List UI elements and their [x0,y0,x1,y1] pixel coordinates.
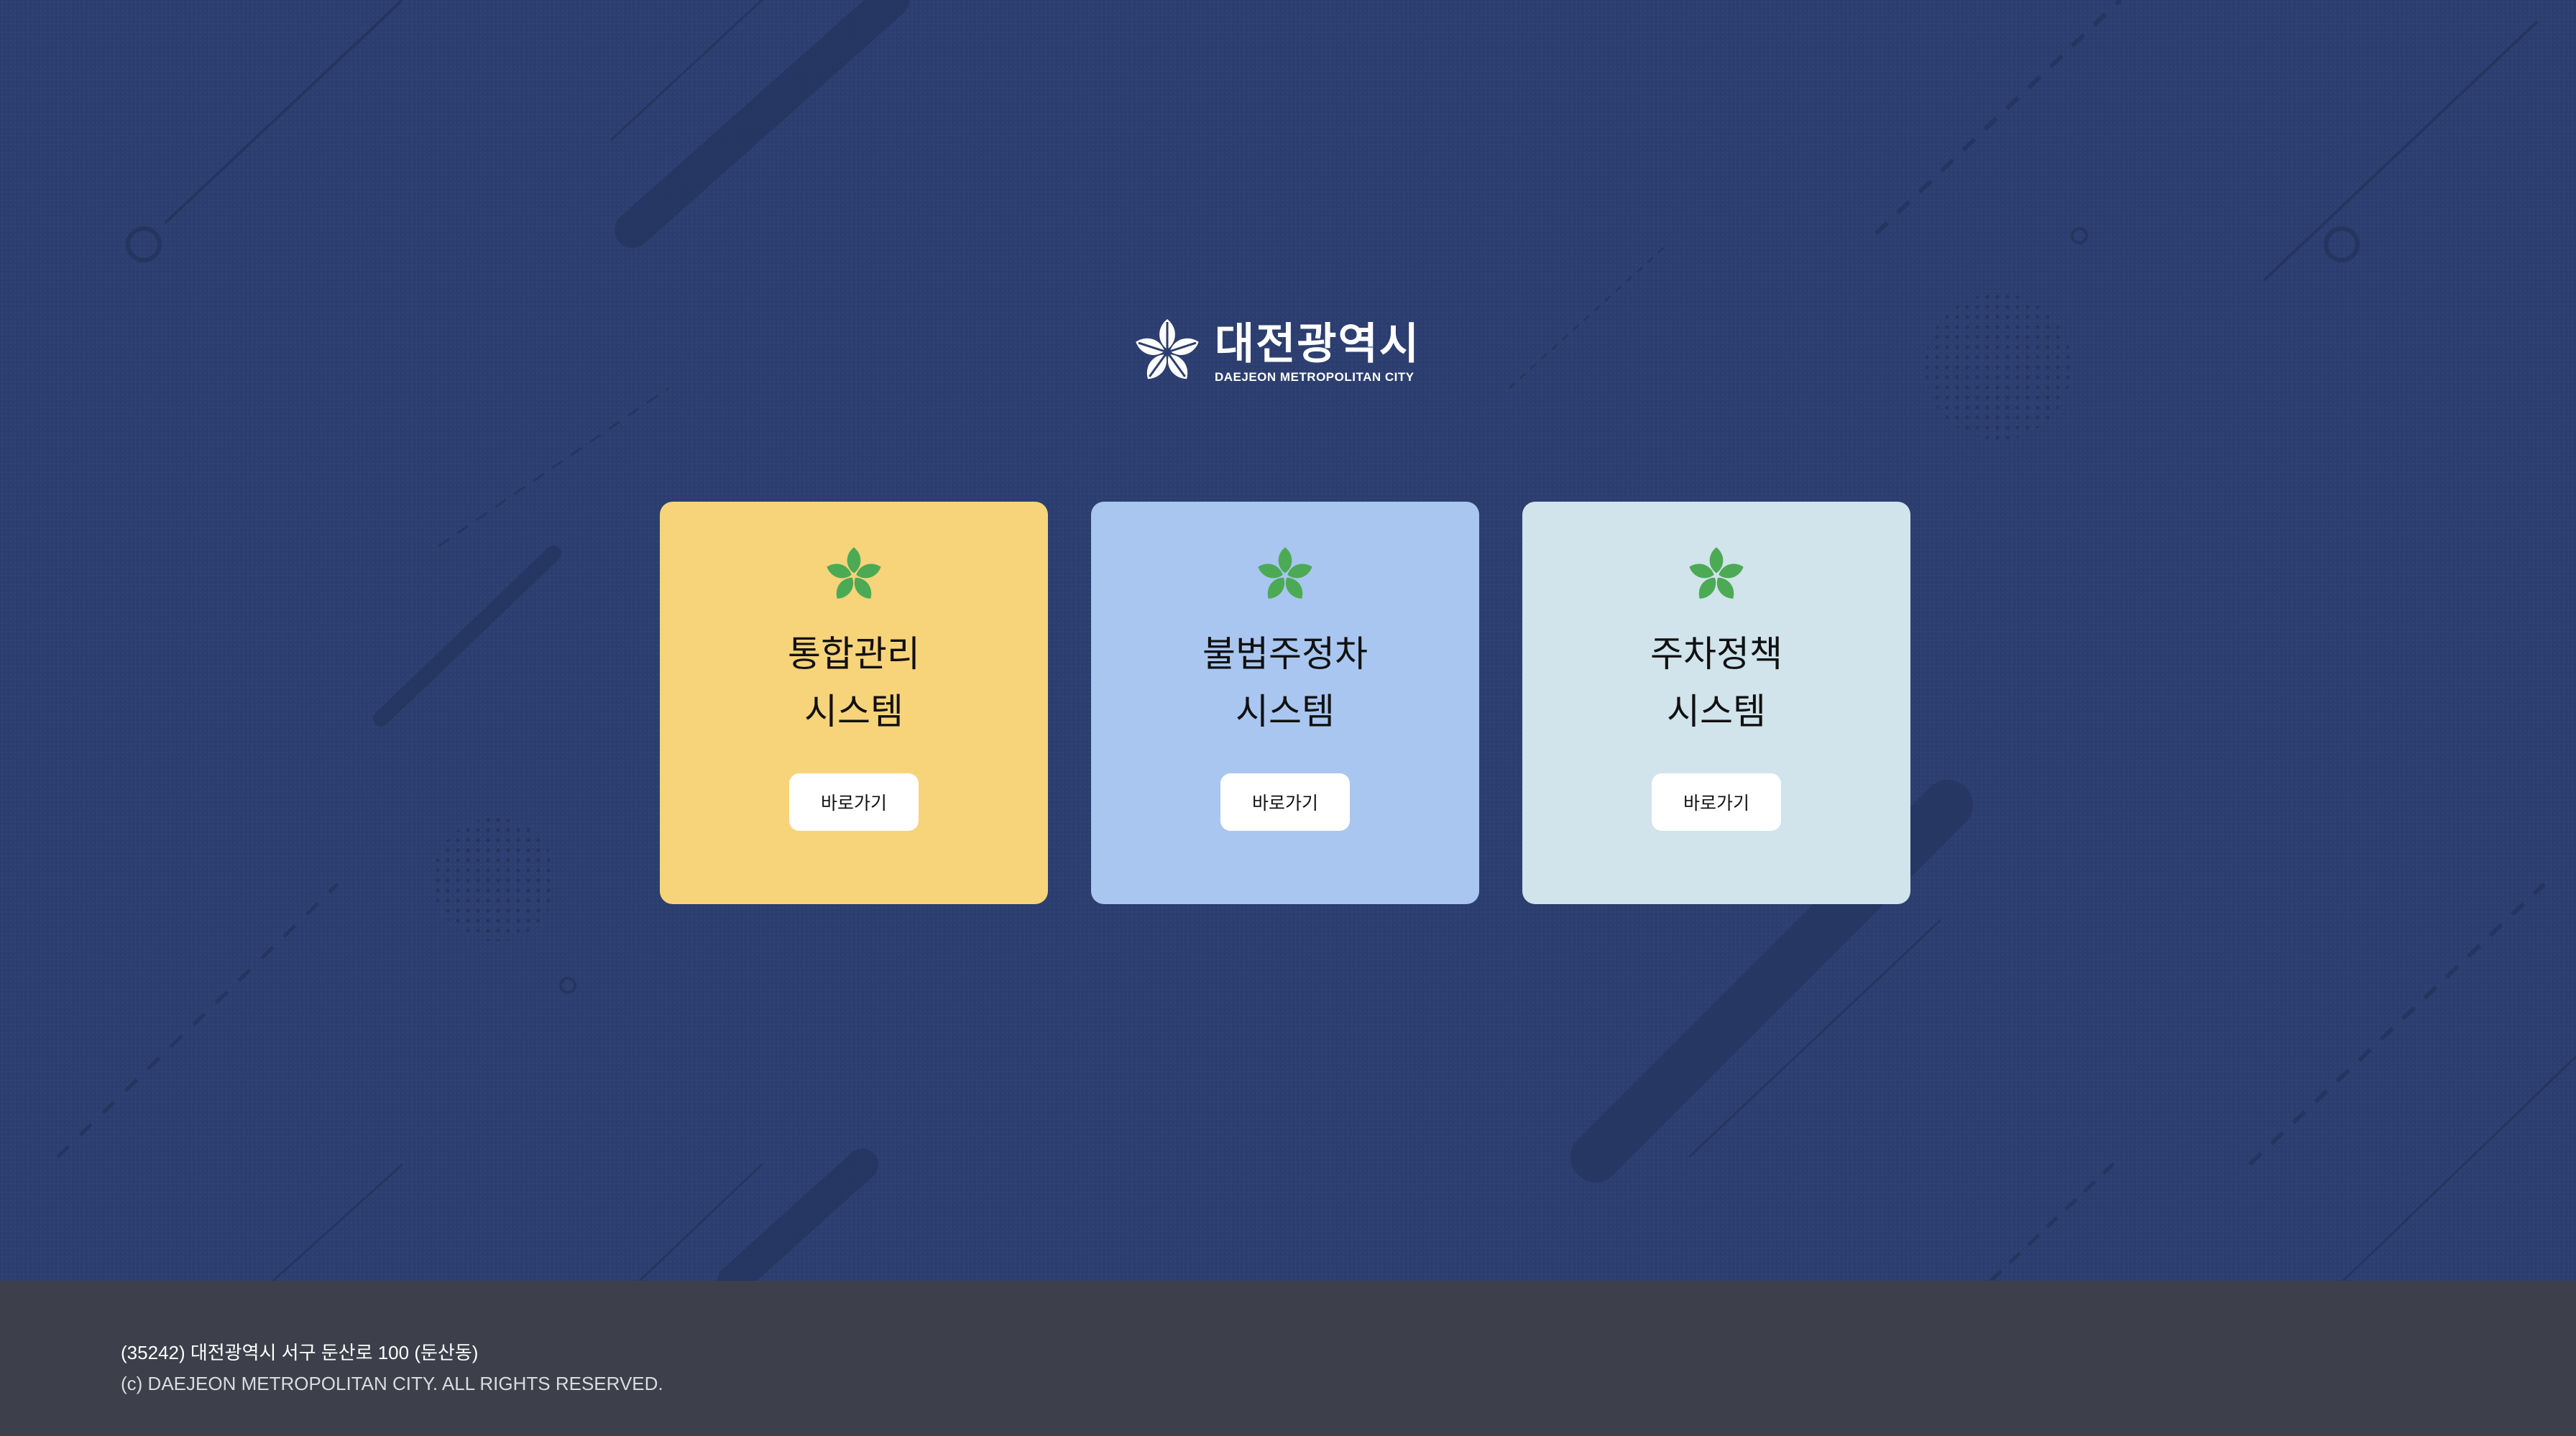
card-illegal-parking: 불법주정차 시스템 바로가기 [1091,502,1479,904]
daejeon-symbol-icon [1256,547,1315,603]
card-title-line1: 주차정책 [1650,633,1782,675]
card-title-line2: 시스템 [1236,691,1335,732]
card-title: 통합관리 시스템 [788,625,920,740]
daejeon-symbol-icon [1133,319,1202,384]
card-parking-policy: 주차정책 시스템 바로가기 [1522,502,1910,904]
card-title: 불법주정차 시스템 [1202,625,1368,740]
daejeon-symbol-icon [824,547,883,603]
logo-text: 대전광역시 DAEJEON METROPOLITAN CITY [1215,319,1420,385]
go-button-integrated-management[interactable]: 바로가기 [789,773,919,831]
landing-page: 대전광역시 DAEJEON METROPOLITAN CITY 통합관리 시스템… [0,0,2576,1436]
card-title: 주차정책 시스템 [1650,625,1782,740]
footer-copyright: (c) DAEJEON METROPOLITAN CITY. ALL RIGHT… [121,1373,663,1394]
daejeon-symbol-icon [1687,547,1746,603]
card-integrated-management: 통합관리 시스템 바로가기 [660,502,1048,904]
footer-address: (35242) 대전광역시 서구 둔산로 100 (둔산동) [121,1342,479,1363]
main-area: 대전광역시 DAEJEON METROPOLITAN CITY 통합관리 시스템… [0,0,2576,1281]
logo-title-ko: 대전광역시 [1215,319,1420,369]
card-title-line2: 시스템 [804,691,903,732]
card-title-line1: 불법주정차 [1202,633,1368,675]
card-title-line2: 시스템 [1667,691,1766,732]
card-title-line1: 통합관리 [788,633,920,675]
city-logo: 대전광역시 DAEJEON METROPOLITAN CITY [1131,316,1440,388]
logo-title-en: DAEJEON METROPOLITAN CITY [1215,370,1414,384]
go-button-illegal-parking[interactable]: 바로가기 [1220,773,1350,831]
go-button-parking-policy[interactable]: 바로가기 [1652,773,1781,831]
